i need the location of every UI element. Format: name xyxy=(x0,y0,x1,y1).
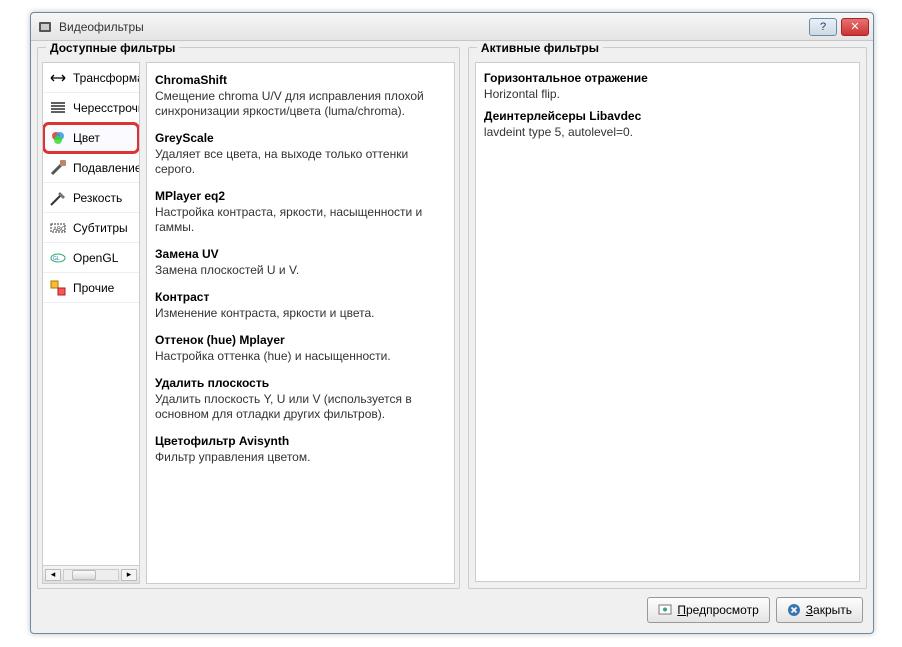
active-filter-desc: Horizontal flip. xyxy=(484,87,851,101)
category-tab-2[interactable]: Цвет xyxy=(43,123,139,153)
category-label: Субтитры xyxy=(73,221,128,235)
transform-icon xyxy=(49,69,67,87)
category-tab-0[interactable]: Трансформация xyxy=(43,63,139,93)
filter-name: Удалить плоскость xyxy=(155,376,446,390)
category-label: Трансформация xyxy=(73,71,139,85)
misc-icon xyxy=(49,279,67,297)
window-title: Видеофильтры xyxy=(59,20,805,34)
filter-name: MPlayer eq2 xyxy=(155,189,446,203)
filter-name: Контраст xyxy=(155,290,446,304)
filter-name: GreyScale xyxy=(155,131,446,145)
category-tab-4[interactable]: Резкость xyxy=(43,183,139,213)
close-button[interactable]: Закрыть xyxy=(776,597,863,623)
noise-icon xyxy=(49,159,67,177)
available-group-label: Доступные фильтры xyxy=(46,41,179,55)
filter-desc: Изменение контраста, яркости и цвета. xyxy=(155,306,446,321)
category-label: Цвет xyxy=(73,131,100,145)
filter-name: ChromaShift xyxy=(155,73,446,87)
filter-item[interactable]: Цветофильтр Avisynth Фильтр управления цв… xyxy=(153,428,448,471)
filter-item[interactable]: Контраст Изменение контраста, яркости и ц… xyxy=(153,284,448,327)
filter-name: Цветофильтр Avisynth xyxy=(155,434,446,448)
color-icon xyxy=(49,129,67,147)
dialog-footer: Предпросмотр Закрыть xyxy=(647,597,863,623)
interlace-icon xyxy=(49,99,67,117)
filter-item[interactable]: GreyScale Удаляет все цвета, на выходе то… xyxy=(153,125,448,183)
preview-button[interactable]: Предпросмотр xyxy=(647,597,769,623)
scroll-right-button[interactable]: ▸ xyxy=(121,569,137,581)
category-label: Прочие xyxy=(73,281,114,295)
scroll-thumb[interactable] xyxy=(72,570,96,580)
filter-desc: Фильтр управления цветом. xyxy=(155,450,446,465)
svg-text:GL: GL xyxy=(53,256,60,262)
available-filter-list[interactable]: ChromaShift Смещение chroma U/V для испра… xyxy=(146,62,455,584)
filter-name: Оттенок (hue) Mplayer xyxy=(155,333,446,347)
app-icon xyxy=(37,19,53,35)
filter-item[interactable]: Оттенок (hue) Mplayer Настройка оттенка (… xyxy=(153,327,448,370)
available-filters-group: Доступные фильтры ТрансформацияЧересстро… xyxy=(37,47,460,589)
filter-item[interactable]: Удалить плоскость Удалить плоскость Y, U … xyxy=(153,370,448,428)
category-tab-1[interactable]: Чересстрочность xyxy=(43,93,139,123)
active-filters-group: Активные фильтры Горизонтальное отражени… xyxy=(468,47,867,589)
sidebar-scrollbar[interactable]: ◂ ▸ xyxy=(42,566,140,584)
filter-desc: Настройка контраста, яркости, насыщеннос… xyxy=(155,205,446,235)
close-label: Закрыть xyxy=(806,603,852,617)
active-filter-item[interactable]: Горизонтальное отражение Horizontal flip. xyxy=(482,67,853,105)
active-filter-name: Деинтерлейсеры Libavdec xyxy=(484,109,851,123)
category-tab-3[interactable]: Подавление xyxy=(43,153,139,183)
active-filter-item[interactable]: Деинтерлейсеры Libavdec lavdeint type 5, … xyxy=(482,105,853,143)
scroll-left-button[interactable]: ◂ xyxy=(45,569,61,581)
category-label: Чересстрочность xyxy=(73,101,139,115)
content-area: Доступные фильтры ТрансформацияЧересстро… xyxy=(37,47,867,589)
category-tab-7[interactable]: Прочие xyxy=(43,273,139,303)
sharpness-icon xyxy=(49,189,67,207)
close-window-button[interactable]: ✕ xyxy=(841,18,869,36)
preview-label: Предпросмотр xyxy=(677,603,758,617)
filter-item[interactable]: MPlayer eq2 Настройка контраста, яркости,… xyxy=(153,183,448,241)
active-group-label: Активные фильтры xyxy=(477,41,603,55)
category-label: Резкость xyxy=(73,191,122,205)
filter-item[interactable]: ChromaShift Смещение chroma U/V для испра… xyxy=(153,67,448,125)
filter-desc: Удалить плоскость Y, U или V (использует… xyxy=(155,392,446,422)
category-tab-5[interactable]: ABC Субтитры xyxy=(43,213,139,243)
filter-desc: Настройка оттенка (hue) и насыщенности. xyxy=(155,349,446,364)
preview-icon xyxy=(658,603,672,617)
filter-desc: Смещение chroma U/V для исправления плох… xyxy=(155,89,446,119)
filter-name: Замена UV xyxy=(155,247,446,261)
category-sidebar: Трансформация Чересстрочность Цвет Подавлен… xyxy=(42,62,140,584)
svg-text:ABC: ABC xyxy=(53,227,66,233)
help-button[interactable]: ? xyxy=(809,18,837,36)
filter-desc: Замена плоскостей U и V. xyxy=(155,263,446,278)
opengl-icon: GL xyxy=(49,249,67,267)
scroll-track[interactable] xyxy=(63,569,119,581)
subtitles-icon: ABC xyxy=(49,219,67,237)
filter-item[interactable]: Замена UV Замена плоскостей U и V. xyxy=(153,241,448,284)
active-filter-list[interactable]: Горизонтальное отражение Horizontal flip.… xyxy=(475,62,860,582)
dialog-window: Видеофильтры ? ✕ Доступные фильтры Транс… xyxy=(30,12,874,634)
category-label: OpenGL xyxy=(73,251,118,265)
filter-desc: Удаляет все цвета, на выходе только отте… xyxy=(155,147,446,177)
close-icon xyxy=(787,603,801,617)
category-list: Трансформация Чересстрочность Цвет Подавлен… xyxy=(42,62,140,566)
titlebar[interactable]: Видеофильтры ? ✕ xyxy=(31,13,873,41)
active-filter-desc: lavdeint type 5, autolevel=0. xyxy=(484,125,851,139)
category-tab-6[interactable]: GL OpenGL xyxy=(43,243,139,273)
active-filter-name: Горизонтальное отражение xyxy=(484,71,851,85)
category-label: Подавление xyxy=(73,161,139,175)
